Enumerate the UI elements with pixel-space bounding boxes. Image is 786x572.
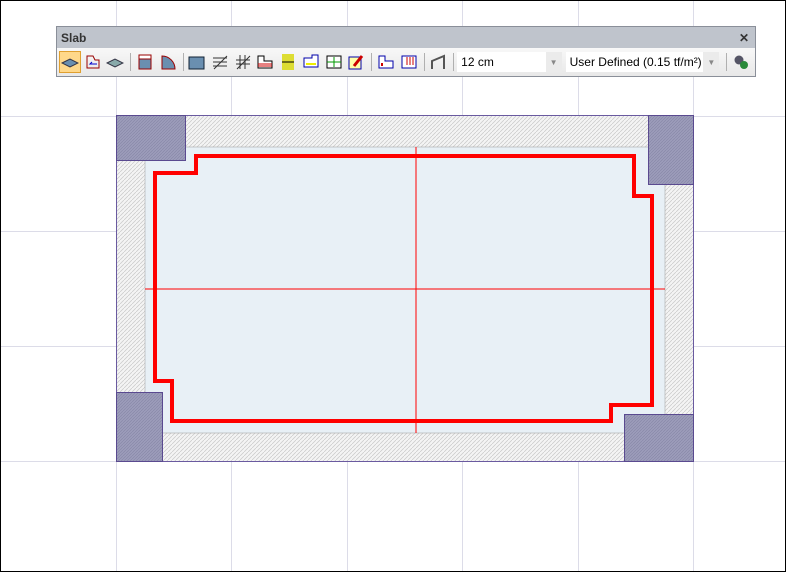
window-border: [0, 0, 786, 572]
